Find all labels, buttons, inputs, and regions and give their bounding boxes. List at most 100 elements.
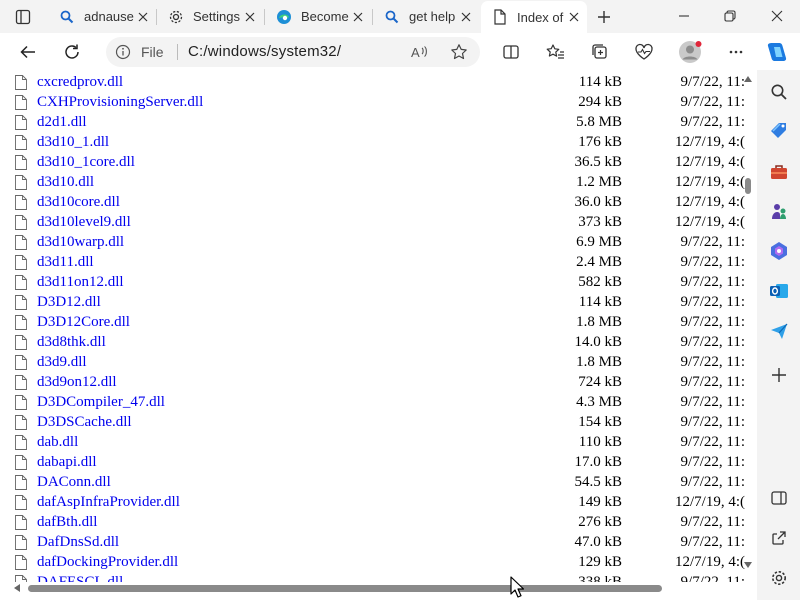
file-link[interactable]: d3d11.dll [37,254,94,271]
file-link[interactable]: D3D12.dll [37,294,101,311]
file-link[interactable]: d3d10warp.dll [37,234,124,251]
close-icon[interactable] [457,8,475,26]
vertical-scrollbar[interactable] [742,74,755,574]
file-link[interactable]: dabapi.dll [37,454,97,471]
file-link[interactable]: d3d11on12.dll [37,274,124,291]
back-arrow-icon [20,45,35,59]
send-icon [771,323,788,339]
file-link[interactable]: D3D12Core.dll [37,314,130,331]
file-size: 47.0 kB [574,534,622,550]
file-size: 114 kB [578,294,622,310]
scroll-left-arrow-icon[interactable] [14,584,20,592]
collections-button[interactable] [585,37,615,67]
split-screen-icon [771,491,787,505]
file-size: 1.2 MB [576,174,622,190]
file-link[interactable]: CXHProvisioningServer.dll [37,94,203,111]
restore-button[interactable] [708,0,752,32]
refresh-button[interactable] [57,37,87,67]
scroll-up-arrow-icon[interactable] [744,76,752,82]
split-screen-button[interactable] [496,37,526,67]
file-link[interactable]: d3d10_1.dll [37,134,109,151]
file-size: 36.5 kB [574,154,622,170]
scroll-down-arrow-icon[interactable] [744,562,752,568]
file-link[interactable]: d3d9on12.dll [37,374,117,391]
file-link[interactable]: D3DSCache.dll [37,414,132,431]
vertical-scroll-thumb[interactable] [745,178,751,194]
file-link[interactable]: d3d10level9.dll [37,214,131,231]
file-size: 110 kB [578,434,622,450]
file-row: dafAspInfraProvider.dll 149 kB 12/7/19, 4:… [0,493,745,513]
file-icon [15,255,27,270]
tab-settings[interactable]: Settings [157,2,263,31]
file-date: 9/7/22, 11: [680,74,745,90]
tab-adnause[interactable]: adnause [48,2,156,31]
profile-button[interactable] [675,37,705,67]
file-link[interactable]: dab.dll [37,434,78,451]
file-date: 12/7/19, 4:( [675,174,745,190]
file-link[interactable]: d3d10.dll [37,174,94,191]
new-tab-button[interactable] [590,4,618,30]
file-link[interactable]: DAConn.dll [37,474,111,491]
favorites-button[interactable] [540,37,570,67]
file-icon [15,95,27,110]
tab-title: Index of [517,9,564,25]
file-link[interactable]: d3d10core.dll [37,194,120,211]
file-list: cxcredprov.dll 114 kB 9/7/22, 11: CXHProvis… [0,73,745,593]
file-size: 724 kB [578,374,622,390]
browser-essentials-button[interactable] [629,37,659,67]
file-link[interactable]: d3d8thk.dll [37,334,106,351]
file-link[interactable]: dafAspInfraProvider.dll [37,494,180,511]
sidebar-shopping-button[interactable] [765,117,793,145]
sidebar-add-button[interactable] [765,361,793,389]
heart-pulse-icon [635,43,653,60]
close-icon[interactable] [349,8,367,26]
tab-title: get help [409,9,456,24]
file-size: 129 kB [578,554,622,570]
sidebar-hide-button[interactable] [765,484,793,512]
sidebar-outlook-button[interactable] [765,277,793,305]
sidebar-drop-button[interactable] [765,317,793,345]
file-link[interactable]: d2d1.dll [37,114,87,131]
file-link[interactable]: d3d9.dll [37,354,87,371]
horizontal-scroll-thumb[interactable] [28,585,662,592]
address-bar[interactable]: File C:/windows/system32/ A [106,37,480,67]
favorite-star-icon[interactable] [448,41,470,63]
address-url[interactable]: C:/windows/system32/ [188,43,341,60]
sidebar-microsoft365-button[interactable] [765,237,793,265]
sidebar-open-external-button[interactable] [765,524,793,552]
file-link[interactable]: dafDockingProvider.dll [37,554,178,571]
sidebar-settings-button[interactable] [765,564,793,592]
file-link[interactable]: d3d10_1core.dll [37,154,135,171]
close-window-button[interactable] [755,0,799,32]
file-link[interactable]: cxcredprov.dll [37,74,123,91]
file-date: 9/7/22, 11: [680,334,745,350]
tab-index-of[interactable]: Index of [481,1,587,33]
file-size: 276 kB [578,514,622,530]
file-row: D3DSCache.dll 154 kB 9/7/22, 11: [0,413,745,433]
read-aloud-icon[interactable]: A [408,41,430,63]
copilot-button[interactable] [762,37,792,67]
tab-become[interactable]: Become [265,2,371,31]
close-icon[interactable] [134,8,152,26]
sidebar-tools-button[interactable] [765,158,793,186]
close-icon [771,10,783,22]
close-icon[interactable] [565,8,583,26]
horizontal-scrollbar[interactable] [12,582,752,594]
file-link[interactable]: D3DCompiler_47.dll [37,394,165,411]
back-button[interactable] [13,37,43,67]
settings-more-button[interactable] [721,37,751,67]
minimize-button[interactable] [662,0,706,32]
copilot-icon [767,43,787,61]
info-icon[interactable] [114,43,132,61]
file-link[interactable]: DafDnsSd.dll [37,534,119,551]
tab-actions-button[interactable] [8,4,38,30]
file-row: dab.dll 110 kB 9/7/22, 11: [0,433,745,453]
file-link[interactable]: dafBth.dll [37,514,97,531]
close-icon[interactable] [241,8,259,26]
sidebar-search-button[interactable] [765,78,793,106]
file-row: d3d10.dll 1.2 MB 12/7/19, 4:( [0,173,745,193]
file-date: 9/7/22, 11: [680,454,745,470]
tab-get-help[interactable]: get help [373,2,479,31]
file-size: 17.0 kB [574,454,622,470]
sidebar-games-button[interactable] [765,198,793,226]
